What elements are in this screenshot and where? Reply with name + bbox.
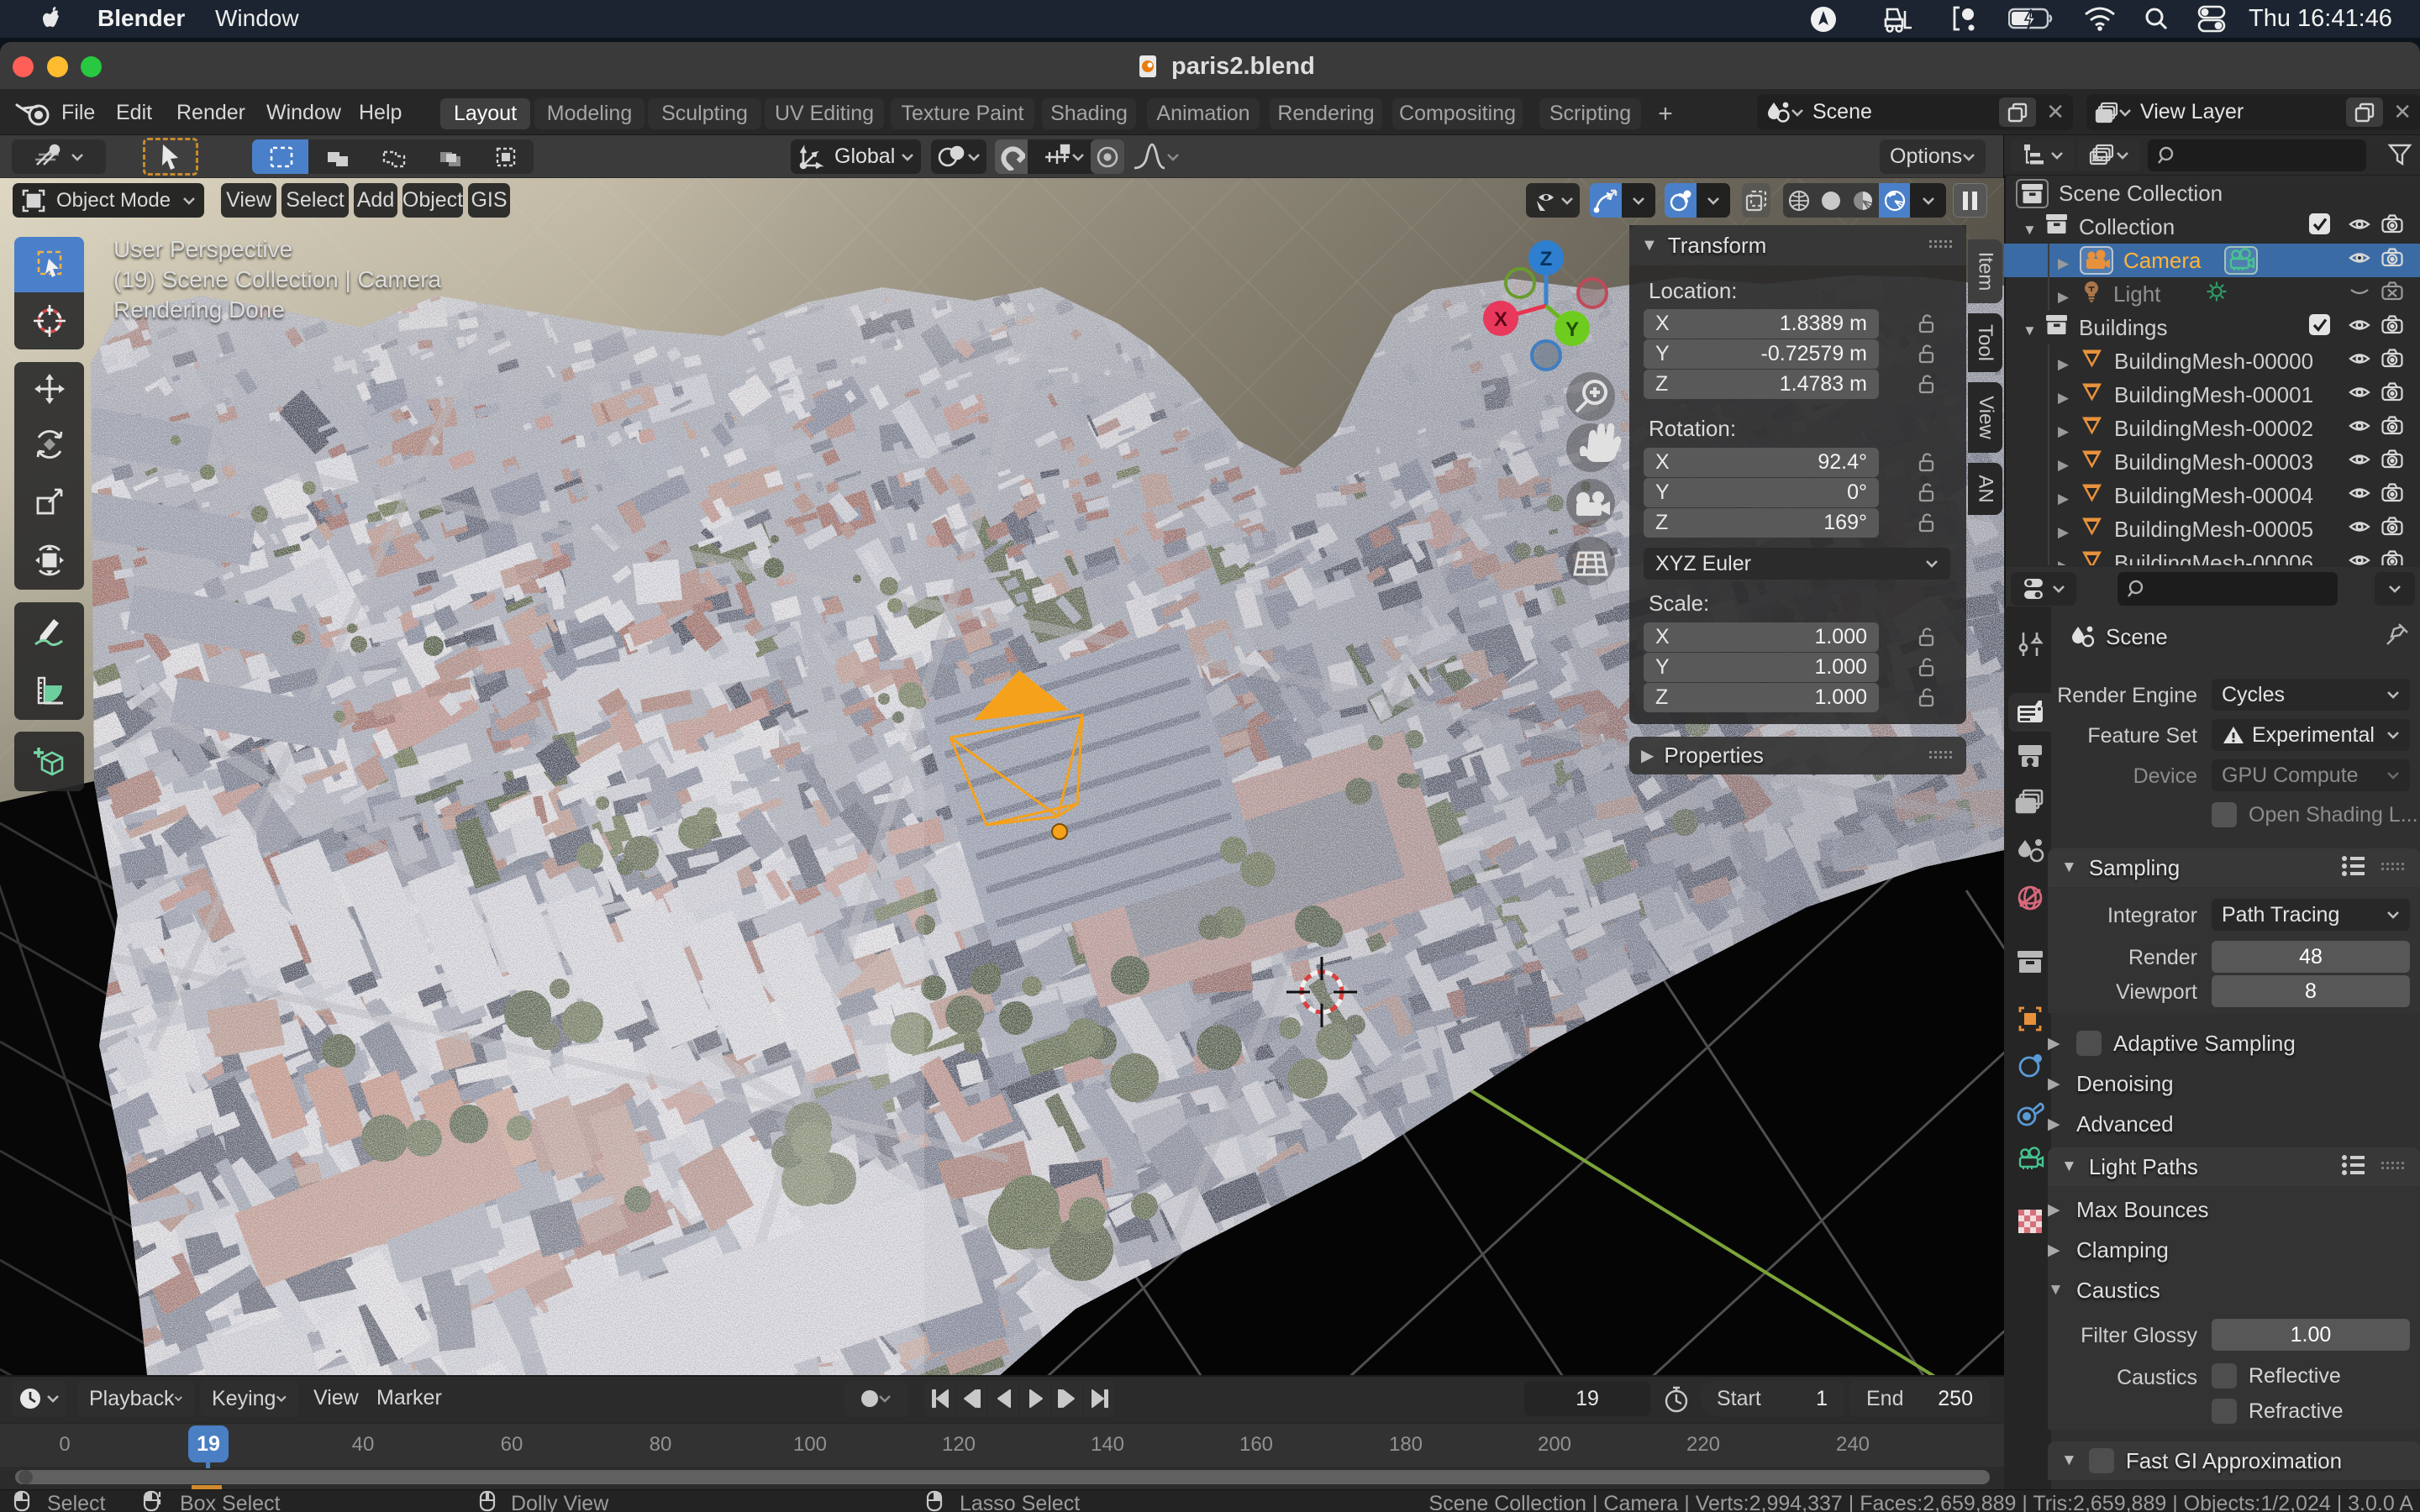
svg-text:X: X xyxy=(1494,308,1507,331)
svg-text:Y: Y xyxy=(1565,318,1579,341)
svg-text:Z: Z xyxy=(1540,248,1553,270)
